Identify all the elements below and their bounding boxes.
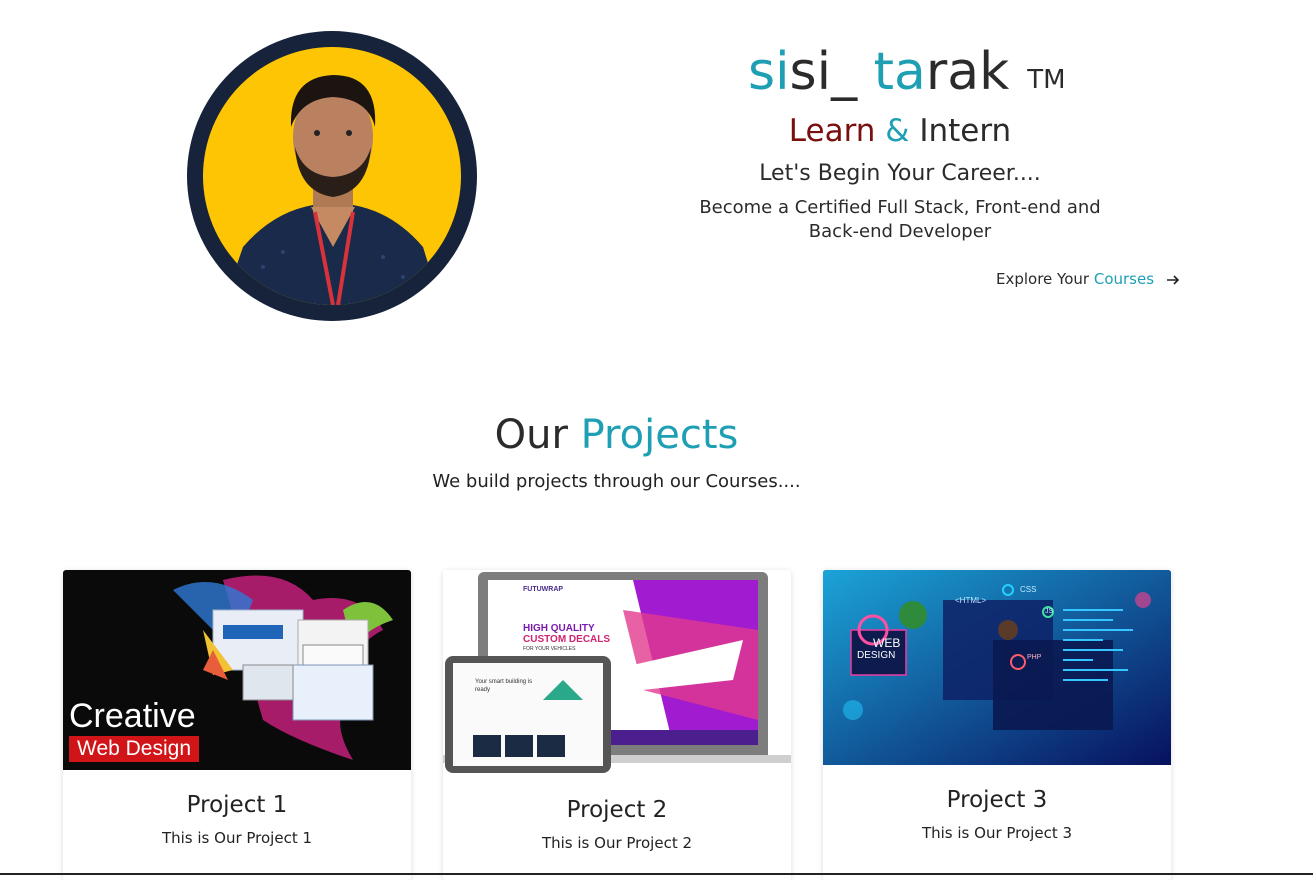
projects-heading-projects: Projects [580, 412, 739, 458]
arrow-right-icon [1165, 272, 1181, 294]
brand-part4: rak [925, 42, 1010, 102]
avatar-photo [203, 47, 461, 305]
brand-part3: ta [873, 42, 926, 102]
project-3-tag-html: <HTML> [955, 596, 987, 605]
project-2-hero-line3: FOR YOUR VEHICLES [523, 646, 576, 652]
project-1-text: This is Our Project 1 [161, 829, 313, 847]
trademark-symbol: TM [1027, 65, 1066, 95]
tagline-ampersand: & [885, 113, 910, 149]
courses-link-text[interactable]: Courses [1094, 270, 1154, 288]
explore-prefix: Explore Your [996, 270, 1090, 288]
project-2-text: This is Our Project 2 [541, 834, 693, 852]
explore-courses-link[interactable]: Explore Your Courses [996, 268, 1181, 294]
brand-logo-text: sisi_ tarak TM [748, 40, 1066, 104]
career-subline: Let's Begin Your Career.... [759, 161, 1041, 186]
project-2-title: Project 2 [566, 797, 668, 823]
project-card-1[interactable]: Creative Web Design Project 1 This is Ou… [63, 570, 411, 880]
brand-part1: si [748, 42, 790, 102]
project-2-image: FUTUWRAP HIGH QUALITY CUSTOM DECALS FOR … [443, 570, 791, 775]
project-2-logo: FUTUWRAP [523, 586, 564, 593]
project-3-tag-js: JS [1045, 608, 1054, 615]
project-3-tag-php: PHP [1027, 654, 1042, 661]
tagline-intern: Intern [919, 113, 1012, 149]
project-1-image: Creative Web Design [63, 570, 411, 770]
projects-heading-our: Our [494, 412, 568, 458]
creative-banner-line1: Creative [69, 697, 196, 735]
project-3-tag-css: CSS [1020, 585, 1037, 594]
project-3-tag-design: DESIGN [857, 650, 896, 661]
tagline: Learn & Intern [600, 111, 1200, 151]
project-3-title: Project 3 [946, 787, 1048, 813]
project-3-text: This is Our Project 3 [921, 824, 1073, 842]
profile-avatar [187, 31, 477, 321]
tagline-learn: Learn [788, 113, 876, 149]
project-1-title: Project 1 [186, 792, 288, 818]
projects-subtitle: We build projects through our Courses...… [432, 471, 801, 492]
project-2-hero-line2: CUSTOM DECALS [523, 634, 611, 645]
brand-part2: si_ [789, 42, 874, 102]
creative-banner-line2: Web Design [69, 736, 200, 762]
certification-description: Become a Certified Full Stack, Front-end… [699, 197, 1101, 242]
project-card-3[interactable]: WEB DESIGN <HTML> CSS JS PHP Project 3 T… [823, 570, 1171, 880]
project-2-tablet-text: Your smart building is ready [475, 679, 533, 693]
projects-heading: Our Projects [0, 410, 1233, 460]
project-3-tag-web: WEB [873, 636, 901, 650]
project-3-image: WEB DESIGN <HTML> CSS JS PHP [823, 570, 1171, 765]
project-card-2[interactable]: FUTUWRAP HIGH QUALITY CUSTOM DECALS FOR … [443, 570, 791, 880]
